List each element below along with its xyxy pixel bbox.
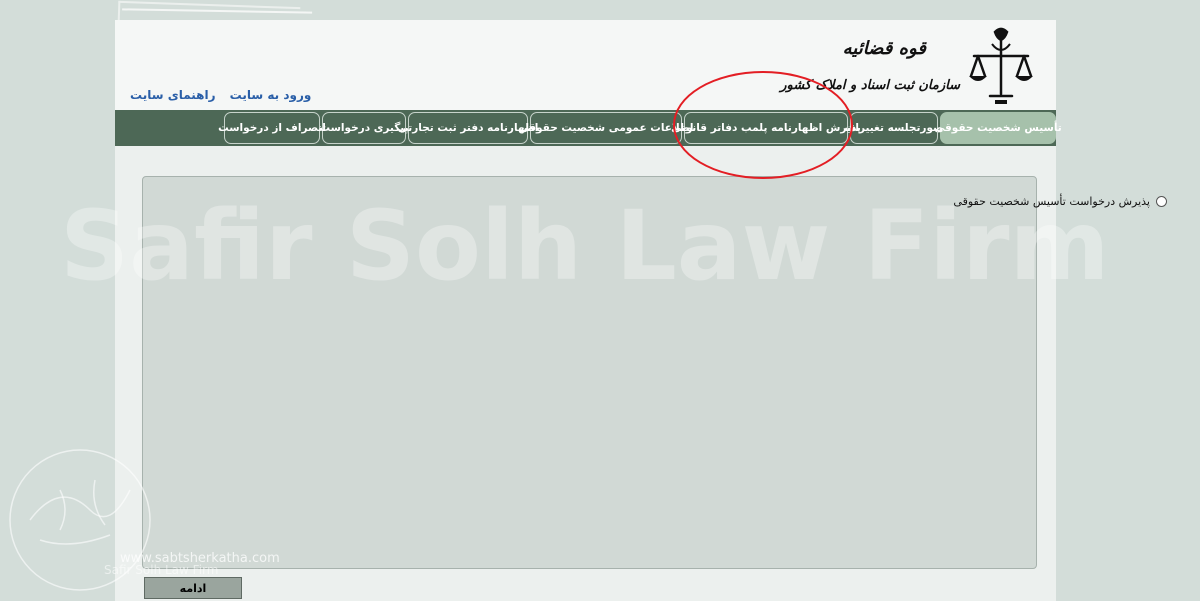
header: قوه قضائیه سازمان ثبت اسناد و املاک کشور… — [115, 20, 1056, 110]
content-panel — [142, 176, 1037, 569]
page: قوه قضائیه سازمان ثبت اسناد و املاک کشور… — [115, 20, 1062, 601]
scales-of-justice-icon — [969, 27, 1033, 104]
top-links: ورود به سایت راهنمای سایت — [120, 88, 311, 102]
tab-change-minutes[interactable]: صورتجلسه تغییرات — [845, 112, 943, 144]
accept-request-option: پذیرش درخواست تأسیس شخصیت حقوقی — [953, 195, 1167, 208]
option-label: پذیرش درخواست تأسیس شخصیت حقوقی — [953, 195, 1150, 208]
tab-commercial-register-declaration[interactable]: اظهارنامه دفتر ثبت تجارتی — [398, 112, 538, 144]
tab-ledger-seal-declaration[interactable]: پذیرش اظهارنامه پلمب دفاتر قانونی — [671, 112, 861, 144]
tab-legal-entity-info[interactable]: اطلاعات عمومی شخصیت حقوقی — [519, 112, 693, 144]
agency-title: سازمان ثبت اسناد و املاک کشور — [780, 78, 960, 93]
tab-cancel-request[interactable]: انصراف از درخواست — [218, 112, 326, 144]
accept-request-radio[interactable] — [1156, 196, 1167, 207]
site-guide-link[interactable]: راهنمای سایت — [130, 88, 215, 102]
tab-track-request[interactable]: پیگیری درخواست — [319, 112, 409, 144]
corner-firm: Safir Solh Law Firm — [104, 563, 219, 577]
tab-establish-legal-entity[interactable]: تأسیس شخصیت حقوقی — [934, 112, 1062, 144]
judiciary-title: قوه قضائیه — [842, 38, 926, 59]
continue-button[interactable]: ادامه — [144, 577, 242, 599]
login-link[interactable]: ورود به سایت — [230, 88, 312, 102]
organization-title: قوه قضائیه سازمان ثبت اسناد و املاک کشور — [780, 30, 960, 110]
main-nav: تأسیس شخصیت حقوقی صورتجلسه تغییرات پذیرش… — [115, 110, 1062, 146]
